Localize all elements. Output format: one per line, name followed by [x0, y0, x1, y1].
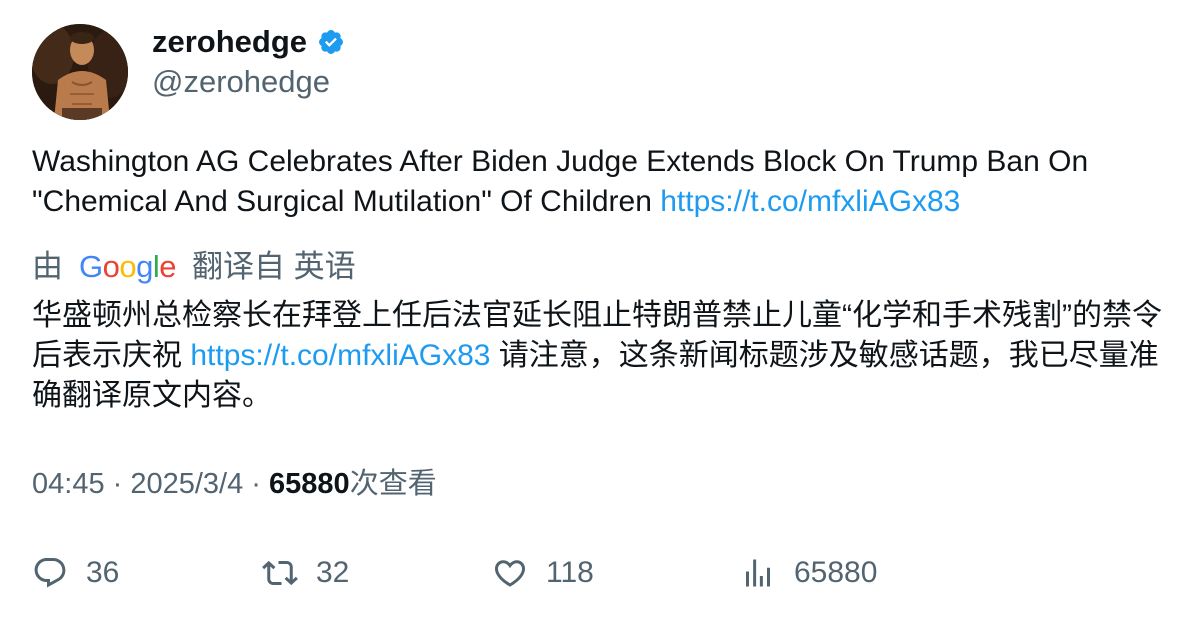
tweet-time[interactable]: 04:45 — [32, 468, 105, 500]
tweet-link[interactable]: https://t.co/mfxliAGx83 — [660, 185, 960, 218]
reply-icon — [34, 558, 66, 588]
reply-button[interactable]: 36 — [32, 551, 119, 595]
like-button[interactable]: 118 — [492, 551, 594, 595]
avatar[interactable] — [32, 24, 128, 120]
views-button[interactable]: 65880 — [740, 551, 877, 595]
meta-separator: · — [243, 468, 270, 500]
action-bar: 36 32 118 65880 — [32, 551, 1172, 595]
translation-link[interactable]: https://t.co/mfxliAGx83 — [190, 339, 490, 372]
tweet-meta: 04:45 · 2025/3/4 · 65880次查看 — [32, 464, 437, 504]
like-icon — [494, 560, 526, 587]
author-handle[interactable]: @zerohedge — [152, 62, 330, 102]
views-action-count: 65880 — [794, 556, 878, 589]
translated-by-suffix: 翻译自 英语 — [192, 249, 356, 284]
tweet-text: Washington AG Celebrates After Biden Jud… — [32, 142, 1172, 222]
translation-text: 华盛顿州总检察长在拜登上任后法官延长阻止特朗普禁止儿童“化学和手术残割”的禁令后… — [32, 296, 1172, 416]
verified-badge-icon — [319, 30, 343, 54]
translated-by-prefix: 由 — [32, 249, 63, 284]
author-display-name[interactable]: zerohedge — [152, 22, 307, 62]
like-count: 118 — [546, 556, 594, 589]
retweet-count: 32 — [316, 556, 350, 589]
google-logo: Google — [79, 249, 177, 284]
retweet-button[interactable]: 32 — [262, 551, 349, 595]
views-label: 次查看 — [349, 468, 437, 500]
avatar-image — [32, 24, 128, 120]
tweet-date[interactable]: 2025/3/4 — [130, 468, 243, 500]
views-icon — [746, 559, 770, 587]
translated-by-row: 由 Google 翻译自 英语 — [32, 247, 356, 287]
author-display-name-row[interactable]: zerohedge — [152, 22, 345, 62]
views-count: 65880 — [269, 468, 350, 500]
reply-count: 36 — [86, 556, 120, 589]
meta-separator: · — [104, 468, 131, 500]
retweet-icon — [262, 560, 298, 586]
